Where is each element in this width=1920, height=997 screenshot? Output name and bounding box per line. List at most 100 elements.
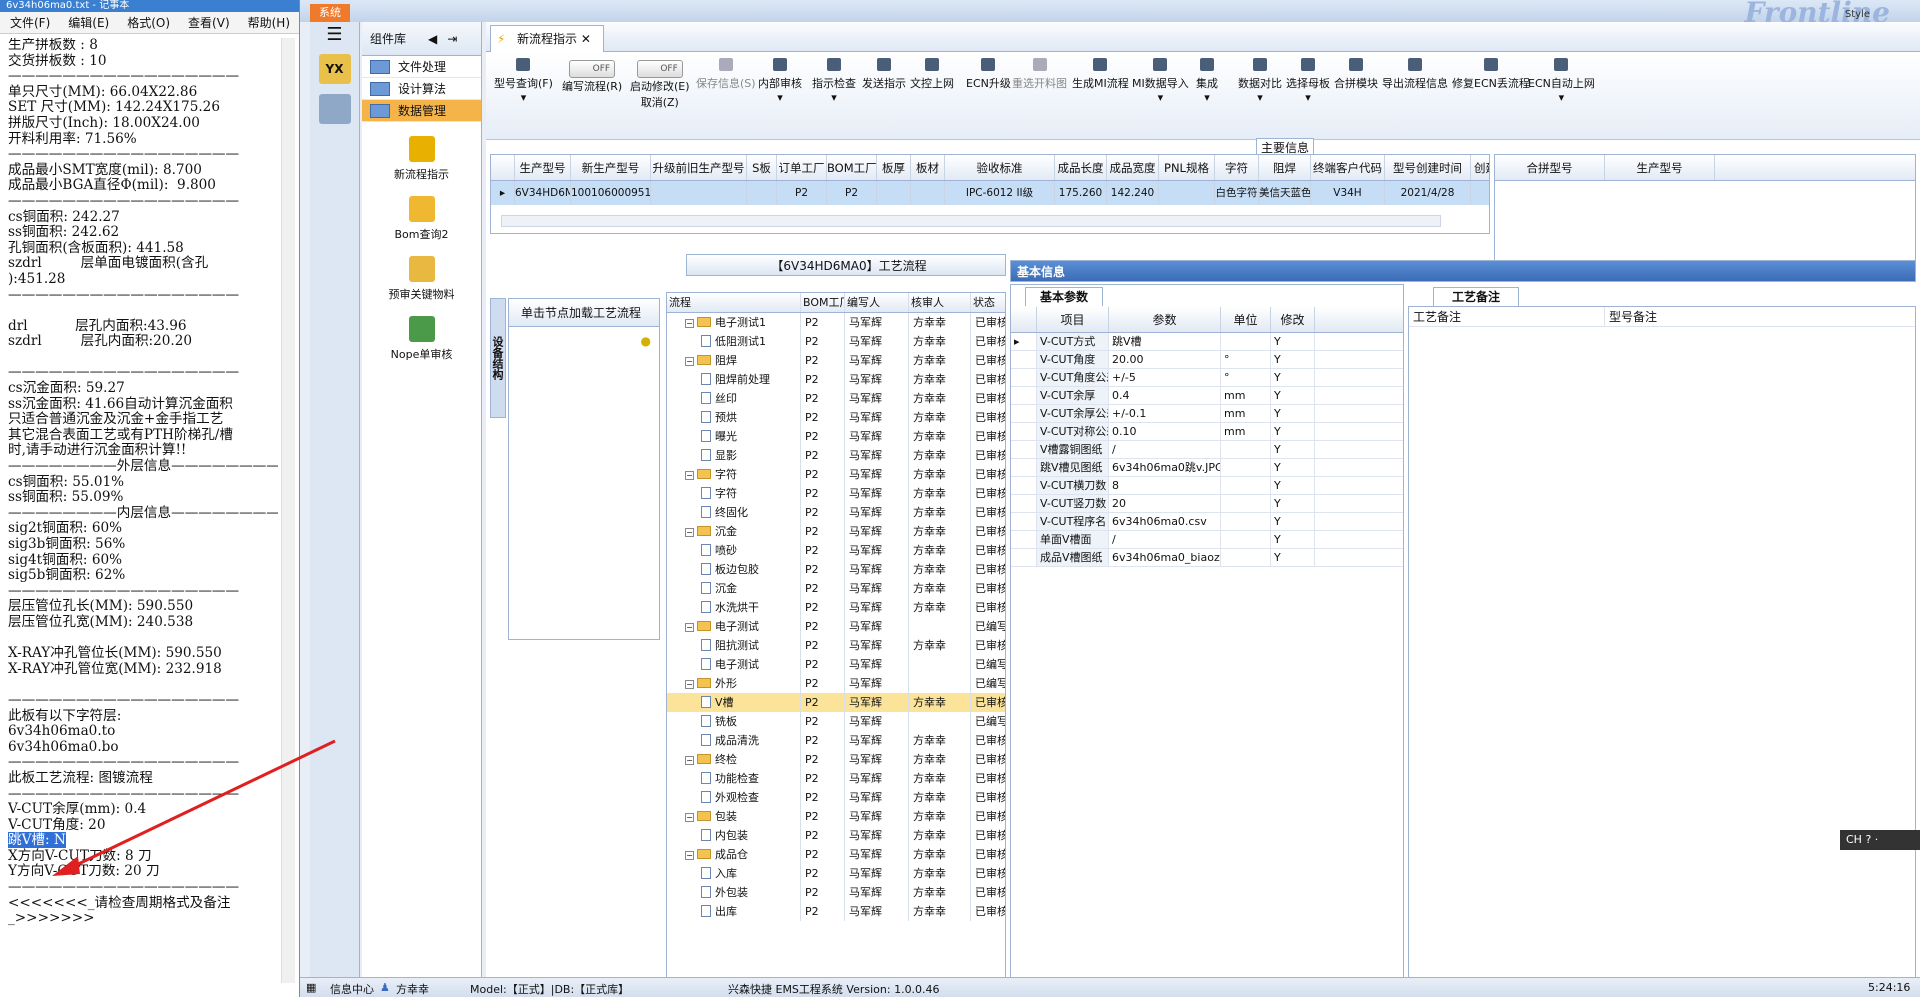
- notepad-menu-item[interactable]: 查看(V): [188, 14, 230, 31]
- param-cell[interactable]: +/-0.1: [1109, 405, 1221, 422]
- tree-row[interactable]: 字符 P2 马军辉 方幸幸 已审核: [667, 484, 1005, 503]
- tree-node[interactable]: 曝光: [667, 427, 801, 446]
- calculator-icon[interactable]: [318, 94, 351, 124]
- tree-row[interactable]: 外包装 P2 马军辉 方幸幸 已审核: [667, 883, 1005, 902]
- tree-node[interactable]: 沉金: [667, 579, 801, 598]
- grid-header-cell[interactable]: 新生产型号: [571, 155, 651, 180]
- tree-header-cell[interactable]: 流程: [667, 293, 801, 312]
- tree-row[interactable]: − 阻焊 P2 马军辉 方幸幸 已审核: [667, 351, 1005, 370]
- param-row[interactable]: V-CUT横刀数 8 Y: [1011, 477, 1403, 495]
- expand-icon[interactable]: −: [685, 851, 694, 860]
- grid-cell[interactable]: [877, 181, 911, 205]
- param-row[interactable]: 单面V槽面 / Y: [1011, 531, 1403, 549]
- load-hint[interactable]: 单击节点加载工艺流程 ●: [509, 299, 659, 348]
- side-item[interactable]: 设计算法: [362, 78, 481, 100]
- param-cell[interactable]: /: [1109, 531, 1221, 548]
- tree-node[interactable]: − 包装: [667, 807, 801, 826]
- tree-header-cell[interactable]: BOM工厂: [801, 293, 845, 312]
- notepad-menu-item[interactable]: 格式(O): [127, 14, 170, 31]
- param-header-cell[interactable]: 参数: [1109, 307, 1221, 332]
- tree-header-cell[interactable]: 核审人: [909, 293, 971, 312]
- param-row[interactable]: 跳V槽见图纸 6v34h06ma0跳v.JPG Y: [1011, 459, 1403, 477]
- menu-icon[interactable]: ☰: [310, 22, 359, 48]
- grid-header-cell[interactable]: S板: [747, 155, 777, 180]
- tree-node[interactable]: − 成品仓: [667, 845, 801, 864]
- tree-node[interactable]: 喷砂: [667, 541, 801, 560]
- tree-node[interactable]: 功能检查: [667, 769, 801, 788]
- grid-header-cell[interactable]: 生产型号: [515, 155, 571, 180]
- grid-cell[interactable]: IPC-6012 II级: [945, 181, 1055, 205]
- tree-node[interactable]: − 沉金: [667, 522, 801, 541]
- param-header-cell[interactable]: 项目: [1037, 307, 1109, 332]
- tree-row[interactable]: − 沉金 P2 马军辉 方幸幸 已审核: [667, 522, 1005, 541]
- grid-header-cell[interactable]: BOM工厂: [827, 155, 877, 180]
- param-row[interactable]: V-CUT角度 20.00 ° Y: [1011, 351, 1403, 369]
- ribbon-button[interactable]: 型号查询(F) ▾: [494, 58, 553, 104]
- tree-row[interactable]: 功能检查 P2 马军辉 方幸幸 已审核: [667, 769, 1005, 788]
- ribbon-sub[interactable]: ▾: [1158, 91, 1164, 104]
- close-icon[interactable]: ✕: [581, 32, 591, 46]
- ribbon-button[interactable]: 生成MI流程: [1072, 58, 1129, 91]
- param-cell[interactable]: +/-5: [1109, 369, 1221, 386]
- grid-cell[interactable]: [1159, 181, 1215, 205]
- notepad-menu-item[interactable]: 帮助(H): [248, 14, 290, 31]
- tree-row[interactable]: 预烘 P2 马军辉 方幸幸 已审核: [667, 408, 1005, 427]
- grid-header-cell[interactable]: 板厚: [877, 155, 911, 180]
- ribbon-sub[interactable]: ▾: [1204, 91, 1210, 104]
- tree-row[interactable]: 丝印 P2 马军辉 方幸幸 已审核: [667, 389, 1005, 408]
- expand-icon[interactable]: −: [685, 528, 694, 537]
- grid-cell[interactable]: 175.260: [1055, 181, 1107, 205]
- param-header-cell[interactable]: 修改: [1271, 307, 1315, 332]
- param-row[interactable]: ▸ V-CUT方式 跳V槽 Y: [1011, 333, 1403, 351]
- pin-icon[interactable]: ⇥: [447, 32, 457, 46]
- tree-node[interactable]: − 电子测试1: [667, 313, 801, 332]
- ribbon-sub[interactable]: ▾: [1257, 91, 1263, 104]
- notepad-menu-item[interactable]: 编辑(E): [68, 14, 109, 31]
- tree-row[interactable]: 沉金 P2 马军辉 方幸幸 已审核: [667, 579, 1005, 598]
- vtab-equipment[interactable]: 设备结构: [490, 298, 506, 418]
- grid-cell[interactable]: V34H: [1311, 181, 1385, 205]
- tree-node[interactable]: 预烘: [667, 408, 801, 427]
- tree-row[interactable]: − 终检 P2 马军辉 方幸幸 已审核: [667, 750, 1005, 769]
- ribbon-sub[interactable]: ▾: [1559, 91, 1565, 104]
- grid-header-cell[interactable]: 板材: [911, 155, 945, 180]
- tree-row[interactable]: 阻焊前处理 P2 马军辉 方幸幸 已审核: [667, 370, 1005, 389]
- tree-node[interactable]: 外观检查: [667, 788, 801, 807]
- merge-header-cell[interactable]: 合拼型号: [1495, 155, 1605, 180]
- tree-row[interactable]: 显影 P2 马军辉 方幸幸 已审核: [667, 446, 1005, 465]
- ribbon-button[interactable]: OFF 启动修改(E) 取消(Z): [630, 60, 690, 110]
- param-cell[interactable]: 20: [1109, 495, 1221, 512]
- param-row[interactable]: 成品V槽图纸6v34h06ma0_biaozhu.pdf Y: [1011, 549, 1403, 567]
- tree-node[interactable]: − 阻焊: [667, 351, 801, 370]
- param-row[interactable]: V-CUT余厚公差+/-0.1mmY: [1011, 405, 1403, 423]
- tree-node[interactable]: 出库: [667, 902, 801, 921]
- grid-header-cell[interactable]: 创建: [1471, 155, 1489, 180]
- side-item[interactable]: 文件处理: [362, 56, 481, 78]
- tree-node[interactable]: − 外形: [667, 674, 801, 693]
- param-row[interactable]: V槽露铜图纸 / Y: [1011, 441, 1403, 459]
- tree-row[interactable]: 阻抗测试 P2 马军辉 方幸幸 已审核: [667, 636, 1005, 655]
- param-row[interactable]: V-CUT角度公差+/-5°Y: [1011, 369, 1403, 387]
- tree-row[interactable]: 内包装 P2 马军辉 方幸幸 已审核: [667, 826, 1005, 845]
- ribbon-button[interactable]: OFF 编写流程(R): [562, 60, 622, 94]
- tree-node[interactable]: 阻焊前处理: [667, 370, 801, 389]
- param-row[interactable]: V-CUT竖刀数 20 Y: [1011, 495, 1403, 513]
- tree-node[interactable]: 铣板: [667, 712, 801, 731]
- grid-header-cell[interactable]: 阻焊: [1259, 155, 1311, 180]
- grid-cell[interactable]: P2: [777, 181, 827, 205]
- tree-node[interactable]: 显影: [667, 446, 801, 465]
- param-cell[interactable]: 20.00: [1109, 351, 1221, 368]
- tree-row[interactable]: − 包装 P2 马军辉 方幸幸 已审核: [667, 807, 1005, 826]
- side-item[interactable]: 数据管理: [362, 100, 481, 122]
- param-row[interactable]: V-CUT程序名 6v34h06ma0.csv Y: [1011, 513, 1403, 531]
- grid-cell[interactable]: 2021/4/28: [1385, 181, 1471, 205]
- grid-header-cell[interactable]: PNL规格: [1159, 155, 1215, 180]
- grid-header-cell[interactable]: 终端客户代码: [1311, 155, 1385, 180]
- side-tool[interactable]: 预审关键物料: [362, 256, 481, 302]
- tree-row[interactable]: 终固化 P2 马军辉 方幸幸 已审核: [667, 503, 1005, 522]
- tree-node[interactable]: 板边包胶: [667, 560, 801, 579]
- tree-node[interactable]: 电子测试: [667, 655, 801, 674]
- grid-header-cell[interactable]: 型号创建时间: [1385, 155, 1471, 180]
- toggle-switch[interactable]: OFF: [569, 60, 616, 78]
- ribbon-button[interactable]: 内部审核 ▾: [758, 58, 802, 104]
